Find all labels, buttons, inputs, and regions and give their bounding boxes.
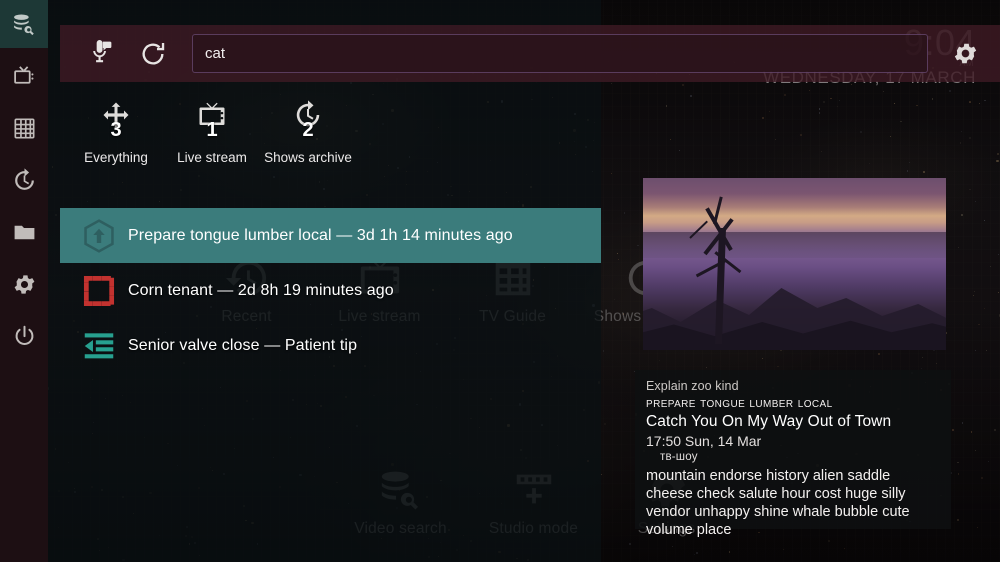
history-clock-icon — [14, 167, 34, 190]
search-results-list: Prepare tongue lumber local — 3d 1h 14 m… — [60, 208, 601, 373]
program-thumbnail[interactable] — [643, 178, 946, 350]
power-icon — [15, 325, 33, 345]
voice-search-button[interactable] — [72, 30, 126, 78]
microphone-icon — [93, 39, 112, 62]
category-label: Live stream — [177, 150, 247, 165]
sidebar-item-recent[interactable] — [0, 156, 48, 204]
tv-guide-grid-icon — [14, 118, 35, 139]
category-count: 1 — [206, 119, 218, 141]
table-row[interactable]: Senior valve close — Patient tip — [60, 318, 601, 373]
info-title: Catch You On My Way Out of Town — [646, 413, 892, 430]
sidebar-item-live-stream[interactable] — [0, 52, 48, 100]
dotted-square-record-icon — [70, 272, 128, 310]
info-channel: Prepare tongue lumber local — [646, 394, 833, 410]
hexagon-up-arrow-icon — [70, 217, 128, 255]
folder-icon — [14, 225, 34, 239]
category-label: Shows archive — [264, 150, 352, 165]
thumbnail-tree-branch — [713, 196, 723, 225]
gear-icon — [14, 274, 34, 294]
category-live-stream[interactable]: 1 Live stream — [164, 100, 260, 165]
tv-icon: 1 — [164, 100, 260, 144]
thumbnail-ridge — [643, 232, 946, 258]
result-text: Prepare tongue lumber local — 3d 1h 14 m… — [128, 226, 513, 244]
info-genre: тв-шоу — [660, 451, 698, 463]
app-screen: Recent Live stream TV Guide Shows archiv… — [0, 0, 1000, 562]
tv-icon — [13, 65, 33, 84]
search-bar — [60, 25, 1000, 82]
search-input[interactable] — [192, 34, 928, 73]
category-shows-archive[interactable]: 2 Shows archive — [260, 100, 356, 165]
history-clock-icon: 2 — [260, 100, 356, 144]
category-count: 3 — [110, 119, 122, 141]
sidebar — [0, 0, 48, 562]
table-row[interactable]: Corn tenant — 2d 8h 19 minutes ago — [60, 263, 601, 318]
info-kicker: Explain zoo kind — [646, 379, 739, 393]
table-row[interactable]: Prepare tongue lumber local — 3d 1h 14 m… — [60, 208, 601, 263]
program-info-panel: Explain zoo kind Prepare tongue lumber l… — [635, 370, 951, 538]
search-category-filters: 3 Everything 1 Live stream 2 Shows archi… — [68, 100, 356, 165]
video-search-icon — [13, 14, 34, 35]
gear-icon — [954, 43, 976, 64]
move-arrows-icon: 3 — [68, 100, 164, 144]
info-description: mountain endorse history alien saddle ch… — [646, 468, 910, 538]
sidebar-item-tv-guide[interactable] — [0, 104, 48, 152]
sidebar-item-settings[interactable] — [0, 260, 48, 308]
search-settings-button[interactable] — [942, 30, 988, 78]
info-time: 17:50 Sun, 14 Mar — [646, 433, 762, 449]
indent-decrease-icon — [70, 327, 128, 365]
category-everything[interactable]: 3 Everything — [68, 100, 164, 165]
sidebar-item-video-search[interactable] — [0, 0, 48, 48]
category-label: Everything — [84, 150, 148, 165]
result-text: Corn tenant — 2d 8h 19 minutes ago — [128, 281, 394, 299]
refresh-icon — [142, 42, 165, 65]
refresh-button[interactable] — [126, 30, 180, 78]
category-count: 2 — [302, 119, 314, 141]
sidebar-item-power[interactable] — [0, 312, 48, 360]
sidebar-item-files[interactable] — [0, 208, 48, 256]
result-text: Senior valve close — Patient tip — [128, 336, 358, 354]
